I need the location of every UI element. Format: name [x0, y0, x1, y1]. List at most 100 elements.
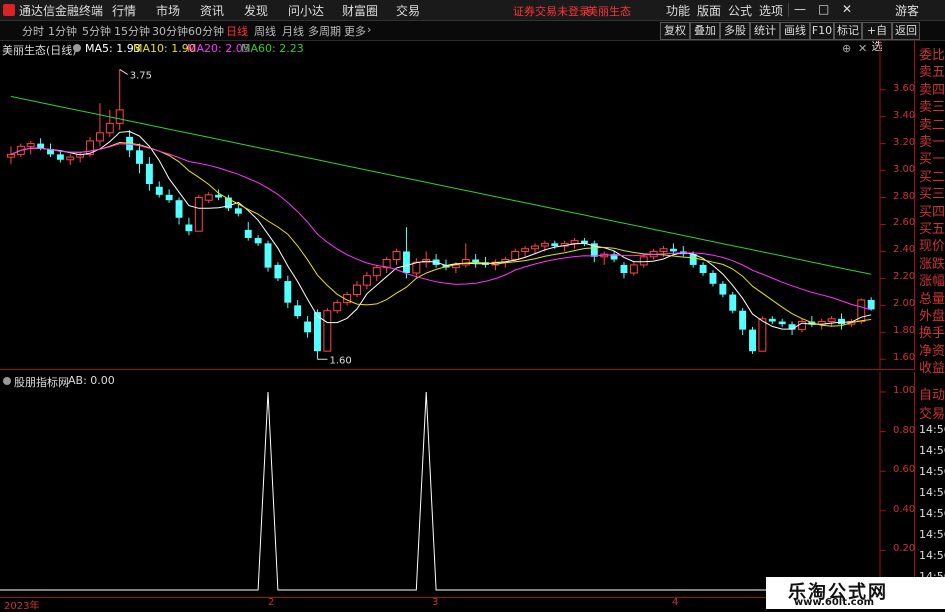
price-tick-label: 2.00 [893, 298, 916, 310]
menu-item-discover[interactable]: 发现 [244, 2, 268, 19]
candle-body [659, 248, 668, 252]
btn-mark[interactable]: 标记 [834, 22, 862, 40]
candle-body [155, 186, 163, 195]
ab-line [0, 391, 880, 591]
candle-body [234, 208, 242, 214]
candle-body [669, 248, 677, 252]
indicator-tick-label: 0.80 [893, 424, 916, 436]
ma-line-ma60 [10, 95, 872, 275]
menu-item-options[interactable]: 选项 [759, 2, 783, 19]
menu-item-news[interactable]: 资讯 [200, 2, 224, 19]
candle-body [540, 242, 549, 247]
tab-monthly[interactable]: 月线 [282, 23, 304, 39]
price-tick-label: 3.20 [893, 136, 916, 148]
price-tick-label: 2.20 [893, 271, 916, 283]
menu-item-layout[interactable]: 版面 [697, 2, 721, 19]
side-label: 买一 [919, 152, 945, 168]
candle-body [629, 264, 638, 274]
candle-body [461, 259, 470, 266]
btn-overlay[interactable]: 叠加 [690, 22, 720, 40]
btn-statistics[interactable]: 统计 [750, 22, 780, 40]
side-label: 涨幅 [919, 274, 945, 290]
price-tick-label: 1.60 [893, 352, 916, 364]
tab-15min[interactable]: 15分钟 [114, 23, 150, 39]
user-label[interactable]: 游客 [895, 2, 919, 19]
menu-item-formula[interactable]: 公式 [728, 2, 752, 19]
side-label: 卖一 [919, 135, 945, 150]
stock-name-header: 美丽生态 [587, 5, 631, 18]
indicator-chart[interactable] [0, 372, 915, 598]
side-label: 净资 [919, 343, 945, 359]
tab-more[interactable]: 更多 [344, 23, 366, 39]
candle-body [551, 243, 559, 247]
side-bottom-label[interactable]: 交易 [919, 403, 945, 422]
price-tick-label: 2.80 [893, 190, 916, 202]
candle-body [778, 321, 786, 325]
tab-30min[interactable]: 30分钟 [152, 23, 188, 39]
candle-body [353, 284, 361, 296]
candle-body [620, 264, 628, 273]
tab-timeshare[interactable]: 分时 [22, 23, 44, 39]
side-trade-time: 14:56 [919, 528, 945, 541]
candle-body [165, 194, 173, 201]
candle-body [402, 251, 410, 273]
candle-body [372, 267, 381, 277]
app-title: 通达信金融终端 [19, 4, 104, 18]
side-trade-time: 14:56 [919, 486, 945, 499]
candle-body [639, 256, 648, 266]
more-chevron-icon[interactable]: › [367, 23, 371, 36]
side-bottom-label[interactable]: 自动 [919, 384, 945, 403]
side-label: 委比 [919, 48, 945, 63]
price-tick-label: 1.80 [893, 325, 916, 337]
tab-1min[interactable]: 1分钟 [48, 23, 77, 39]
candle-body [145, 163, 153, 185]
tab-5min[interactable]: 5分钟 [82, 23, 111, 39]
btn-multi-stock[interactable]: 多股 [720, 22, 750, 40]
candle-body [26, 143, 35, 147]
menu-item-quotes[interactable]: 行情 [112, 2, 136, 19]
candle-body [758, 318, 767, 352]
btn-add-watchlist[interactable]: +自选 [862, 22, 892, 53]
tab-60min[interactable]: 60分钟 [188, 23, 224, 39]
side-trade-time: 14:56 [919, 444, 945, 457]
side-label: 卖二 [919, 117, 945, 133]
tab-weekly[interactable]: 周线 [254, 23, 276, 39]
side-label: 买二 [919, 169, 945, 185]
btn-draw-line[interactable]: 画线 [780, 22, 810, 40]
x-label-mar: 3 [432, 597, 439, 608]
menu-item-function[interactable]: 功能 [666, 2, 690, 19]
maximize-button[interactable]: □ [818, 2, 829, 16]
tab-daily[interactable]: 日线 [226, 23, 248, 39]
candle-body [699, 264, 707, 273]
side-label: 换手 [919, 326, 945, 342]
candle-body [115, 109, 124, 124]
candle-body [709, 273, 717, 284]
watermark: 乐淘公式网 www.60lt.com [766, 577, 945, 609]
close-button[interactable]: ✕ [842, 2, 852, 16]
menu-item-market[interactable]: 市场 [156, 2, 180, 19]
tab-multi-period[interactable]: 多周期 [308, 23, 341, 39]
x-label-2023: 2023年 [4, 601, 40, 612]
btn-back[interactable]: 返回 [892, 22, 920, 40]
btn-restore-rights[interactable]: 复权 [660, 22, 690, 40]
candle-body [333, 302, 342, 312]
candle-body [521, 248, 530, 252]
indicator-tick-label: 1.00 [893, 385, 916, 396]
side-trade-time: 14:56 [919, 507, 945, 520]
minimize-button[interactable]: — [794, 2, 806, 16]
side-label: 卖五 [919, 65, 945, 81]
side-label: 现价 [919, 239, 945, 255]
candle-body [175, 200, 183, 218]
high-label: 3.75 [130, 70, 152, 81]
menu-item-ask[interactable]: 问小达 [288, 2, 324, 19]
menu-item-trade[interactable]: 交易 [396, 2, 420, 19]
btn-f10[interactable]: F10 [810, 22, 834, 40]
side-label: 买三 [919, 187, 945, 203]
price-tick-label: 2.40 [893, 244, 916, 256]
menu-item-wealth[interactable]: 财富圈 [342, 2, 378, 19]
kline-chart[interactable]: 3.75 1.60 [0, 40, 915, 370]
app-logo-icon [3, 4, 15, 16]
menu-separator [788, 3, 789, 17]
candle-body [136, 150, 143, 164]
candle-body [284, 281, 292, 303]
